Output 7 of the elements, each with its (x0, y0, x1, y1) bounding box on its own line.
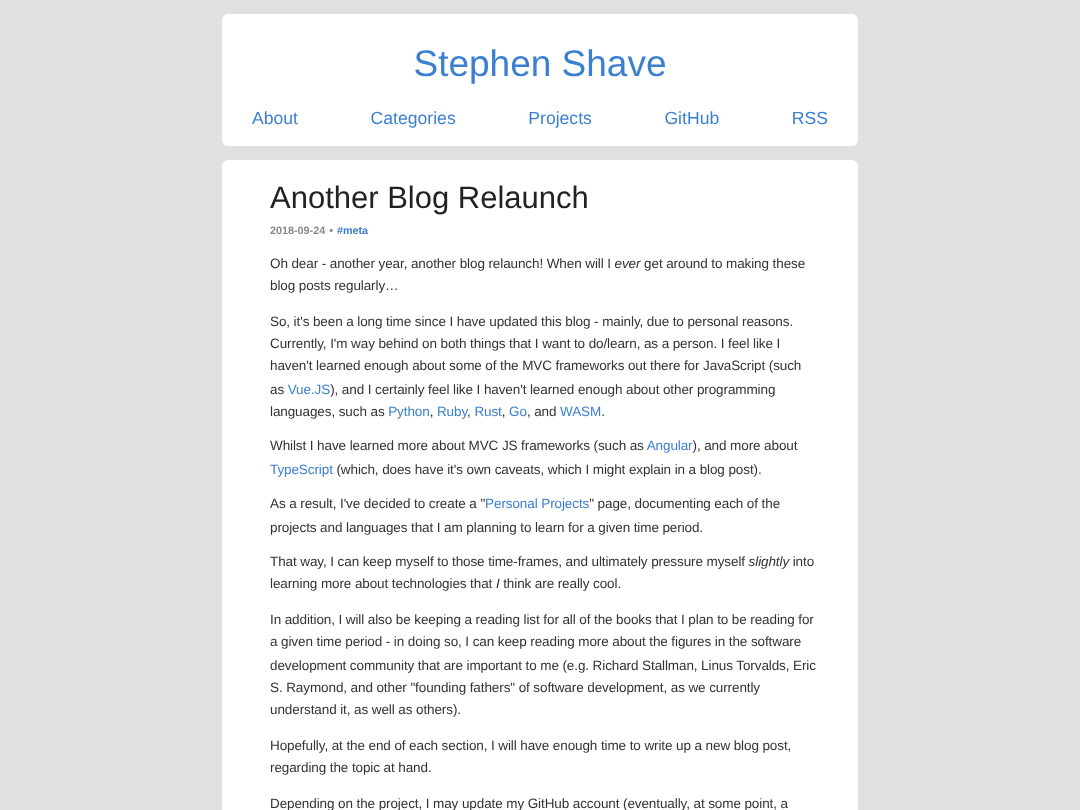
nav-link[interactable]: Projects (528, 108, 592, 128)
nav-link[interactable]: GitHub (664, 108, 720, 128)
post-title: Another Blog Relaunch (270, 182, 591, 218)
nav-link[interactable]: About (252, 108, 298, 128)
nav-link[interactable]: Categories (370, 108, 456, 128)
nav-link[interactable]: RSS (791, 108, 828, 128)
site-title[interactable]: Stephen Shave (413, 42, 667, 86)
